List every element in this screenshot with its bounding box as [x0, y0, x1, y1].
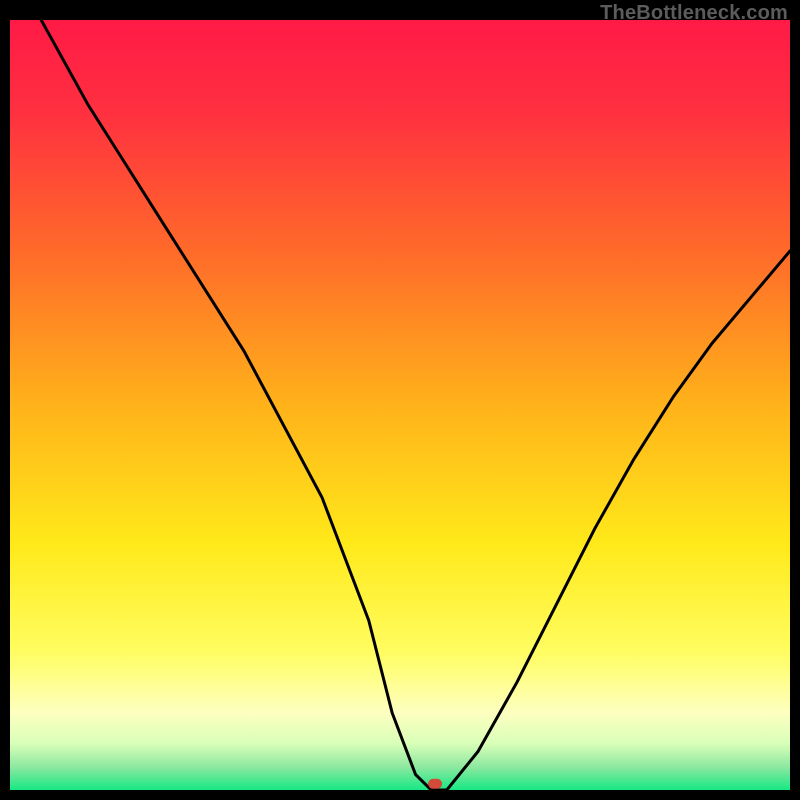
bottleneck-chart — [10, 20, 790, 790]
chart-frame — [10, 20, 790, 790]
gradient-background — [10, 20, 790, 790]
optimal-point-marker — [428, 779, 442, 789]
watermark-text: TheBottleneck.com — [600, 2, 788, 25]
